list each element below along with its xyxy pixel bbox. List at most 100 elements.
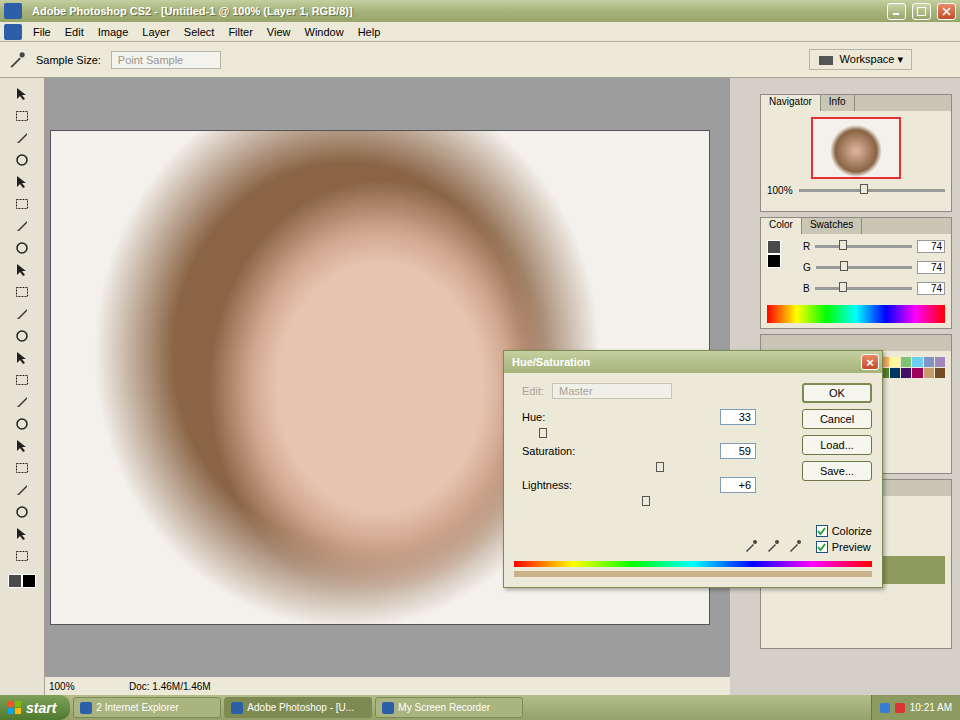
tool-button[interactable] [11,348,33,368]
swatch[interactable] [901,368,911,378]
menu-item[interactable]: Help [351,24,388,40]
menu-item[interactable]: Layer [135,24,177,40]
foreground-chip[interactable] [767,240,781,254]
slider-value[interactable]: 33 [720,409,756,425]
tool-button[interactable] [11,414,33,434]
tool-button[interactable] [11,458,33,478]
swatch[interactable] [912,357,922,367]
brush-tool-icon[interactable] [14,240,30,256]
slider-knob[interactable] [656,462,664,472]
slider-knob[interactable] [860,184,868,194]
channel-slider[interactable] [815,287,912,290]
lasso-tool-icon[interactable] [14,130,30,146]
dialog-button[interactable]: OK [802,383,872,403]
tray-icon[interactable] [895,703,905,713]
magic-wand-tool-icon[interactable] [14,152,30,168]
tool-button[interactable] [11,260,33,280]
swatch[interactable] [890,368,900,378]
hand-tool-icon[interactable] [14,526,30,542]
blur-tool-icon[interactable] [14,350,30,366]
checkbox-row[interactable]: Colorize [816,525,872,537]
gradient-tool-icon[interactable] [14,328,30,344]
minimize-button[interactable] [887,3,906,20]
menu-item[interactable]: Image [91,24,136,40]
dialog-button[interactable]: Load... [802,435,872,455]
type-tool-icon[interactable] [14,416,30,432]
taskbar-item[interactable]: Adobe Photoshop - [U... [224,697,372,718]
tool-button[interactable] [11,304,33,324]
slider-knob[interactable] [539,428,547,438]
eyedropper-icon[interactable] [788,539,802,553]
tool-button[interactable] [11,502,33,522]
pen-tool-icon[interactable] [14,438,30,454]
checkbox-row[interactable]: Preview [816,541,872,553]
sample-size-field[interactable]: Point Sample [111,51,221,69]
tool-button[interactable] [11,370,33,390]
color-chips[interactable] [8,574,36,588]
swatch[interactable] [935,357,945,367]
taskbar-item[interactable]: 2 Internet Explorer [73,697,221,718]
workspace-button[interactable]: Workspace ▾ [809,49,912,70]
tool-button[interactable] [11,106,33,126]
slider-value[interactable]: +6 [720,477,756,493]
zoom-tool-icon[interactable] [14,548,30,564]
maximize-button[interactable] [912,3,931,20]
menu-item[interactable]: File [26,24,58,40]
menu-item[interactable]: Filter [221,24,259,40]
eyedropper-tool-icon[interactable] [14,504,30,520]
background-chip[interactable] [22,574,36,588]
dialog-button[interactable]: Cancel [802,409,872,429]
navigator-thumbnail[interactable] [811,117,901,179]
swatch[interactable] [912,368,922,378]
slice-tool-icon[interactable] [14,196,30,212]
start-button[interactable]: start [0,695,70,720]
panel-tab[interactable]: Info [821,95,855,111]
eraser-tool-icon[interactable] [14,306,30,322]
tool-button[interactable] [11,172,33,192]
history-brush-tool-icon[interactable] [14,284,30,300]
slider-knob[interactable] [839,282,847,292]
navigator-zoom[interactable]: 100% [767,185,793,196]
navigator-zoom-slider[interactable] [799,189,945,192]
taskbar-item[interactable]: My Screen Recorder [375,697,523,718]
tool-button[interactable] [11,326,33,346]
tool-button[interactable] [11,282,33,302]
eyedropper-icon[interactable] [8,51,26,69]
menu-item[interactable]: Window [298,24,351,40]
tool-button[interactable] [11,84,33,104]
slider-value[interactable]: 59 [720,443,756,459]
checkbox[interactable] [816,541,828,553]
tool-button[interactable] [11,238,33,258]
menu-item[interactable]: Select [177,24,222,40]
menu-item[interactable]: View [260,24,298,40]
swatch[interactable] [890,357,900,367]
dialog-button[interactable]: Save... [802,461,872,481]
tool-button[interactable] [11,392,33,412]
stamp-tool-icon[interactable] [14,262,30,278]
crop-tool-icon[interactable] [14,174,30,190]
dialog-title-bar[interactable]: Hue/Saturation× [504,351,882,373]
zoom-level[interactable]: 100% [49,681,89,692]
background-chip[interactable] [767,254,781,268]
checkbox[interactable] [816,525,828,537]
dodge-tool-icon[interactable] [14,372,30,388]
tool-button[interactable] [11,194,33,214]
edit-dropdown[interactable]: Master [552,383,672,399]
swatch[interactable] [924,368,934,378]
channel-value[interactable]: 74 [917,282,945,295]
channel-value[interactable]: 74 [917,240,945,253]
tool-button[interactable] [11,216,33,236]
slider-knob[interactable] [642,496,650,506]
channel-slider[interactable] [815,245,912,248]
foreground-chip[interactable] [8,574,22,588]
channel-slider[interactable] [816,266,912,269]
panel-tab[interactable]: Navigator [761,95,821,111]
tray-icon[interactable] [880,703,890,713]
healing-tool-icon[interactable] [14,218,30,234]
move-tool-icon[interactable] [14,86,30,102]
tool-button[interactable] [11,524,33,544]
swatch[interactable] [935,368,945,378]
swatch[interactable] [901,357,911,367]
panel-tab[interactable]: Swatches [802,218,862,234]
slider-knob[interactable] [840,261,848,271]
